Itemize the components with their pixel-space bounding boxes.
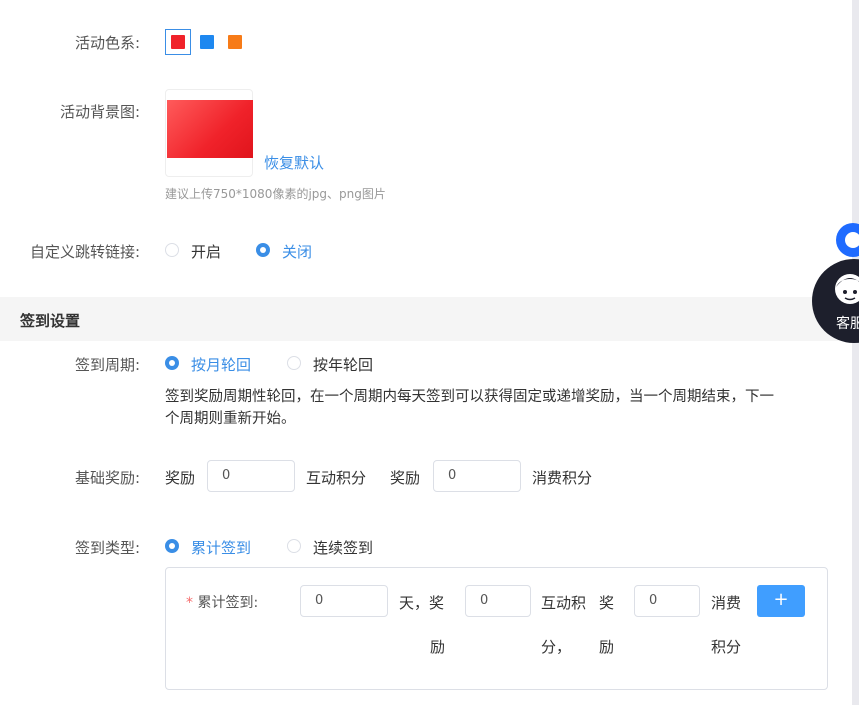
custom-jump-label: 自定义跳转链接: [29, 243, 140, 261]
cycle-monthly-label[interactable]: 按月轮回 [191, 354, 251, 375]
rule-days-suffix-b: 励 [430, 638, 446, 656]
rule-consume-unit-b: 积分 [711, 638, 742, 656]
restore-default-link[interactable]: 恢复默认 [264, 152, 324, 173]
floating-circle-icon[interactable] [836, 223, 859, 257]
signin-section-title: 签到设置 [20, 312, 81, 330]
upload-hint: 建议上传750*1080像素的jpg、png图片 [165, 187, 386, 201]
jump-on-radio[interactable] [165, 243, 179, 257]
type-continuous-radio[interactable] [287, 539, 301, 553]
cycle-yearly-radio[interactable] [287, 356, 301, 370]
color-swatch-blue[interactable] [194, 29, 220, 55]
swatch-blue-fill [200, 35, 214, 49]
swatch-orange-fill [228, 35, 242, 49]
customer-service-label: 客服 [836, 316, 859, 332]
type-cumulative-radio[interactable] [165, 539, 179, 553]
base-consume-unit: 消费积分 [532, 469, 593, 487]
cycle-monthly-radio[interactable] [165, 356, 179, 370]
base-interact-points-input[interactable]: 0 [207, 460, 295, 492]
activity-color-label: 活动色系: [74, 34, 140, 52]
rule-days-suffix-a: 天，奖 [399, 594, 445, 612]
rule-reward-word-b: 励 [599, 638, 615, 656]
rule-interact-unit-b: 分， [541, 638, 572, 656]
base-reward-word-1: 奖励 [165, 469, 196, 487]
rule-interact-unit-a: 互动积 [541, 594, 587, 612]
rule-interact-input[interactable]: 0 [465, 585, 531, 617]
rule-label-text: 累计签到: [197, 595, 259, 611]
color-swatch-orange[interactable] [222, 29, 248, 55]
base-reward-word-2: 奖励 [390, 469, 421, 487]
signin-section-header [0, 297, 852, 341]
jump-on-label[interactable]: 开启 [191, 241, 221, 262]
activity-bg-label: 活动背景图: [59, 103, 140, 121]
swatch-red-fill [171, 35, 185, 49]
cycle-yearly-label[interactable]: 按年轮回 [313, 354, 373, 375]
bg-image-preview [167, 100, 253, 158]
cycle-desc-line2: 个周期则重新开始。 [165, 411, 296, 427]
color-swatch-red[interactable] [165, 29, 191, 55]
cycle-desc-line1: 签到奖励周期性轮回，在一个周期内每天签到可以获得固定或递增奖励，当一个周期结束，… [165, 389, 774, 405]
type-continuous-label[interactable]: 连续签到 [313, 537, 373, 558]
required-mark: * [186, 595, 193, 611]
jump-off-radio[interactable] [256, 243, 270, 257]
rule-days-input[interactable]: 0 [300, 585, 388, 617]
bg-image-thumbnail[interactable] [165, 89, 253, 177]
base-consume-points-input[interactable]: 0 [433, 460, 521, 492]
base-reward-label: 基础奖励: [74, 469, 140, 487]
cycle-description: 签到奖励周期性轮回，在一个周期内每天签到可以获得固定或递增奖励，当一个周期结束，… [165, 386, 835, 430]
page-scrollbar[interactable] [852, 0, 859, 705]
signin-type-label: 签到类型: [74, 539, 140, 557]
rule-reward-word-a: 奖 [599, 594, 615, 612]
jump-off-label[interactable]: 关闭 [282, 241, 312, 262]
add-rule-button[interactable]: + [757, 585, 805, 617]
rule-consume-unit-a: 消费 [711, 594, 742, 612]
rule-consume-input[interactable]: 0 [634, 585, 700, 617]
signin-cycle-label: 签到周期: [74, 356, 140, 374]
rule-label: * 累计签到: [186, 592, 258, 612]
type-cumulative-label[interactable]: 累计签到 [191, 537, 251, 558]
base-interact-unit: 互动积分 [306, 469, 367, 487]
